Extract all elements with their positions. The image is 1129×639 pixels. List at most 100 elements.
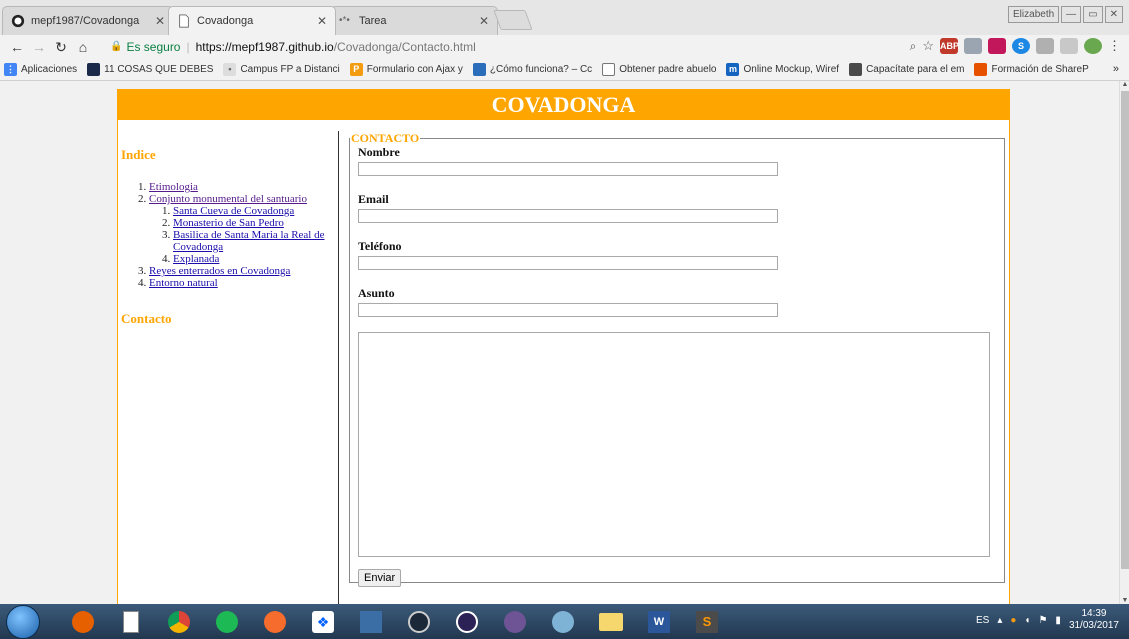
extension-icon[interactable] <box>1084 38 1102 54</box>
list-item: Entorno natural <box>149 277 336 289</box>
reload-icon[interactable]: ↻ <box>50 39 72 56</box>
flag-icon[interactable]: ⚑ <box>1038 615 1047 626</box>
index-heading: Indice <box>121 147 156 162</box>
bookmark-item[interactable]: P Formulario con Ajax y <box>349 63 463 76</box>
telefono-input[interactable] <box>358 256 778 270</box>
bookmark-item[interactable]: m Online Mockup, Wiref <box>726 63 839 76</box>
bookmark-item[interactable]: Capacítate para el em <box>849 63 964 76</box>
profile-badge[interactable]: Elizabeth <box>1008 6 1060 23</box>
link-reyes-enterrados[interactable]: Reyes enterrados en Covadonga <box>149 265 290 277</box>
address-bar[interactable]: 🔒 Es seguro | https://mepf1987.github.io… <box>110 36 912 57</box>
extension-icon[interactable] <box>1060 38 1078 54</box>
word-icon[interactable]: W <box>640 607 678 637</box>
close-icon[interactable]: ✕ <box>155 14 165 28</box>
close-icon[interactable]: ✕ <box>479 14 489 28</box>
menu-icon[interactable]: ⋮ <box>1108 38 1121 54</box>
bookmark-item[interactable]: Formación de ShareP <box>974 63 1089 76</box>
tab-tarea[interactable]: •*• Tarea ✕ <box>330 6 498 35</box>
close-window-button[interactable]: ✕ <box>1104 6 1123 23</box>
visual-studio-icon[interactable] <box>352 607 390 637</box>
volume-icon[interactable]: ◖ <box>1024 615 1030 626</box>
start-button[interactable] <box>6 604 40 639</box>
scroll-up-arrow-icon[interactable]: ▲ <box>1120 81 1129 88</box>
chrome-icon[interactable] <box>160 607 198 637</box>
back-icon[interactable]: ← <box>6 39 28 55</box>
zoom-icon[interactable]: ⌕ <box>910 39 917 54</box>
skype-icon[interactable]: S <box>1012 38 1030 54</box>
close-icon[interactable]: ✕ <box>317 14 327 28</box>
bookmark-aplicaciones[interactable]: ⋮ Aplicaciones <box>4 63 77 76</box>
extension-icon[interactable] <box>964 38 982 54</box>
explorer-icon[interactable] <box>592 607 630 637</box>
asunto-input[interactable] <box>358 303 778 317</box>
nombre-input[interactable] <box>358 162 778 176</box>
github-desktop-icon[interactable] <box>496 607 534 637</box>
link-basilica[interactable]: Basilica de Santa Maria la Real de Covad… <box>173 229 325 253</box>
star-icon[interactable]: ☆ <box>922 38 934 54</box>
tab-label: Covadonga <box>197 15 254 27</box>
list-item: Explanada <box>173 253 336 265</box>
steam-icon[interactable] <box>400 607 438 637</box>
clock[interactable]: 14:39 31/03/2017 <box>1069 608 1119 632</box>
minimize-button[interactable]: — <box>1061 6 1082 23</box>
network-icon[interactable]: ● <box>1010 615 1016 626</box>
send-button[interactable]: Enviar <box>358 569 402 587</box>
tray-arrow-icon[interactable]: ▴ <box>997 615 1002 626</box>
nombre-label: Nombre <box>358 145 400 159</box>
firefox-icon[interactable] <box>64 607 102 637</box>
bookmark-label: Aplicaciones <box>21 64 78 75</box>
link-conjunto-monumental[interactable]: Conjunto monumental del santuario <box>149 193 307 205</box>
windows-taskbar: ❖ W S ES ▴ ● ◖ ⚑ ▮ 14:39 31/03/2017 <box>0 604 1129 639</box>
forward-icon[interactable]: → <box>28 39 50 55</box>
field-group-nombre: Nombre <box>358 145 1004 176</box>
sublime-icon[interactable]: S <box>688 607 726 637</box>
bookmark-item[interactable]: ¿Cómo funciona? – Cc <box>472 63 593 76</box>
telefono-label: Teléfono <box>358 239 402 253</box>
contact-form: CONTACTO Nombre Email Teléfono Asunto En… <box>349 131 1005 587</box>
extension-icon[interactable] <box>1036 38 1054 54</box>
home-icon[interactable]: ⌂ <box>72 39 94 55</box>
browser-tabstrip: mepf1987/Covadonga ✕ Covadonga ✕ •*• Tar… <box>0 0 1129 35</box>
power-icon[interactable]: ▮ <box>1055 615 1061 626</box>
extension-icon[interactable] <box>988 38 1006 54</box>
bookmark-icon: P <box>349 63 363 76</box>
page-scrollbar[interactable]: ▲ ▼ <box>1119 81 1129 604</box>
adblock-plus-icon[interactable]: ABP <box>940 38 959 54</box>
origin-icon[interactable] <box>256 607 294 637</box>
contact-heading[interactable]: Contacto <box>121 311 336 327</box>
scroll-down-arrow-icon[interactable]: ▼ <box>1120 597 1129 604</box>
form-legend: CONTACTO <box>351 131 420 145</box>
page-container: COVADONGA Indice Etimologia Conjunto mon… <box>117 89 1010 604</box>
bookmark-item[interactable]: 11 COSAS QUE DEBES <box>87 63 213 76</box>
github-icon <box>11 14 25 28</box>
spotify-icon[interactable] <box>208 607 246 637</box>
page-viewport: COVADONGA Indice Etimologia Conjunto mon… <box>0 81 1119 604</box>
link-santa-cueva[interactable]: Santa Cueva de Covadonga <box>173 205 294 217</box>
tab-github[interactable]: mepf1987/Covadonga ✕ <box>2 6 174 35</box>
notepad-icon[interactable] <box>112 607 150 637</box>
link-etimologia[interactable]: Etimologia <box>149 181 198 193</box>
bookmark-label: ¿Cómo funciona? – Cc <box>489 64 593 75</box>
scrollbar-thumb[interactable] <box>1121 91 1129 569</box>
email-input[interactable] <box>358 209 778 223</box>
link-entorno-natural[interactable]: Entorno natural <box>149 277 218 289</box>
window-controls: Elizabeth — ▭ ✕ <box>1008 6 1123 23</box>
tab-covadonga[interactable]: Covadonga ✕ <box>168 6 336 35</box>
bookmarks-overflow-button[interactable]: » <box>1113 63 1119 75</box>
index-list: Etimologia Conjunto monumental del santu… <box>121 181 336 289</box>
bookmark-item[interactable]: • Campus FP a Distanci <box>223 63 340 76</box>
eclipse-icon[interactable] <box>448 607 486 637</box>
link-monasterio[interactable]: Monasterio de San Pedro <box>173 217 284 229</box>
bookmark-icon <box>87 63 101 76</box>
maximize-button[interactable]: ▭ <box>1083 6 1103 23</box>
language-indicator[interactable]: ES <box>976 615 989 626</box>
field-group-asunto: Asunto <box>358 286 1004 317</box>
new-tab-button[interactable] <box>493 10 533 30</box>
bookmark-item[interactable]: Obtener padre abuelo <box>602 63 716 76</box>
link-explanada[interactable]: Explanada <box>173 253 219 265</box>
secure-label: Es seguro <box>126 39 181 54</box>
dropbox-icon[interactable]: ❖ <box>304 607 342 637</box>
address-separator: | <box>186 39 190 54</box>
message-textarea[interactable] <box>358 332 990 557</box>
paint-icon[interactable] <box>544 607 582 637</box>
